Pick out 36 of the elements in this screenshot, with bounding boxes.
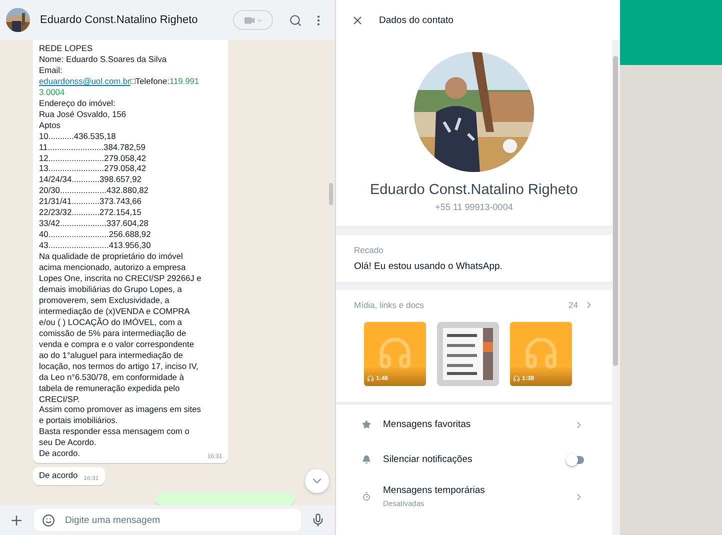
headphones-icon (367, 375, 374, 382)
microphone-icon[interactable] (311, 513, 325, 527)
bell-icon (362, 455, 371, 464)
option-label: Mensagens favoritas (383, 419, 472, 430)
about-text: Olá! Eu estou usando o WhatsApp. (354, 261, 504, 272)
message-text: REDE LOPES Nome: Eduardo S.Soares da Silva Email: eduardonss@uol.com.br□Telefone:119.991 3.0004 Endereço do imóvel: Rua José Osvaldo, 156 Aptos 10...........436.535,18 11........................384.782,59 12........................279.058,42 13........................279.058,42 14/24/34............398.657,92 20/30....................432.880,82 21/31/41............373.743,66 22/23/32............272.154,15 33/42....................337.604,28 40..........................256.688,92 43..........................413.956,30 Na qualidade de proprietário do imóvel acima mencionado, autorizo a empresa Lopes One, inscrita no CRECI/SP 29266J e demais imobiliárias do Grupo Lopes, a promoverem, sem Exclusividade, a intermediação de (x)VENDA e COMPRA e/ou ( ) LOCAÇÃO do IMÓVEL, com a comissão de 5% para intermediação de venda e compra e o valor correspondente ao do 1°aluguel para intermediação de locação, nos termos do artigo 17, inciso IV, da Leo n°6.530/78, em conformidade à tabela de remuneração expedida pelo CRECI/SP. Assim como promover as imagens em sites e portais imobiliários. Basta responder essa mensagem com o seu De Acordo. De acordo. (39, 43, 202, 460)
option-row[interactable]: Silenciar notificações (336, 442, 612, 477)
phone-link[interactable]: 3.0004 (39, 86, 65, 97)
headphones-icon (523, 334, 559, 370)
headphones-icon (377, 334, 413, 370)
option-row[interactable]: Mensagens favoritas (336, 407, 612, 442)
message-field[interactable]: Digite uma mensagem (34, 509, 301, 531)
scrollbar[interactable] (613, 56, 618, 366)
search-icon[interactable] (289, 14, 302, 26)
contact-name: Eduardo Const.Natalino Righeto (370, 182, 578, 198)
media-count[interactable]: 24 (568, 300, 594, 310)
star-icon (362, 420, 371, 429)
option-label: Mensagens temporárias (383, 485, 486, 496)
message-text: De acordo (39, 470, 78, 482)
headphones-icon (513, 375, 520, 382)
toggle-switch[interactable] (568, 456, 584, 464)
option-label: Silenciar notificações (383, 454, 474, 465)
video-camera-icon (244, 14, 254, 26)
close-icon[interactable] (351, 14, 364, 26)
plus-icon[interactable] (9, 512, 24, 528)
timer-icon (362, 492, 371, 501)
email-link[interactable]: eduardonss@uol.com.br (39, 76, 130, 86)
phone-number: +55 11 99913-0004 (435, 202, 513, 212)
contact-name[interactable]: Eduardo Const.Natalino Righeto (40, 14, 223, 26)
caret-icon (256, 16, 262, 24)
emoji-icon[interactable] (42, 514, 55, 526)
scrollbar[interactable] (329, 183, 333, 205)
media-label: Mídia, links e docs (354, 300, 424, 310)
phone-link[interactable]: 119.991 (169, 76, 200, 86)
panel-title: Dados do contato (379, 14, 454, 26)
about-label: Recado (354, 245, 384, 255)
